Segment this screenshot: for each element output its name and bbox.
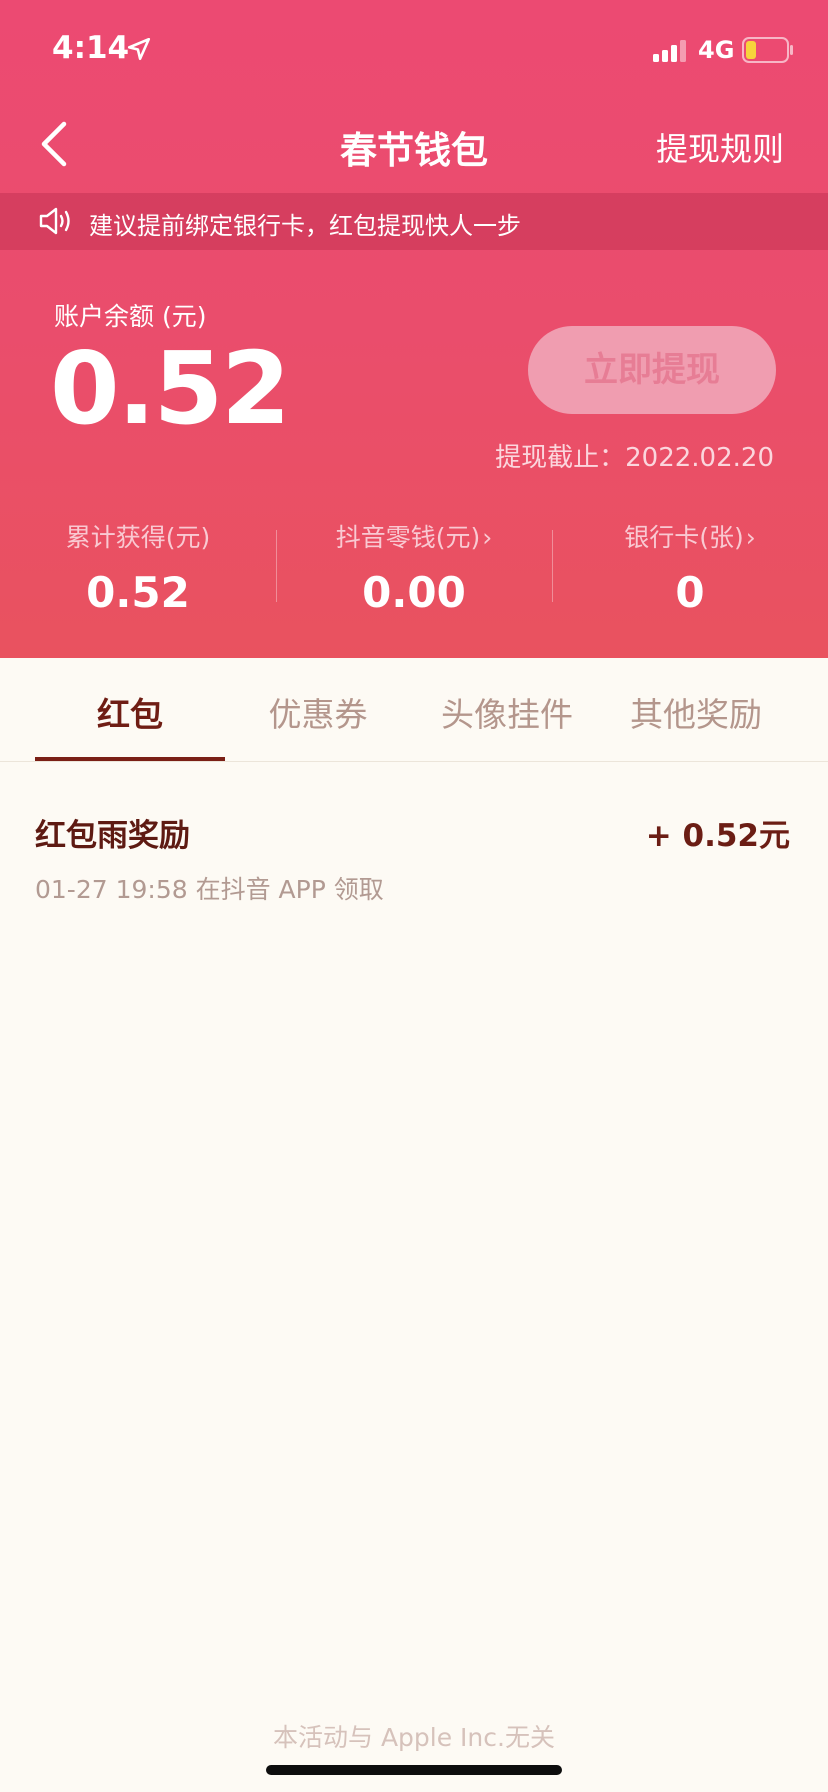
balance-label: 账户余额 (元) bbox=[54, 302, 207, 331]
stat-bank-cards[interactable]: 银行卡(张)› 0 bbox=[552, 518, 828, 617]
stat-value: 0.52 bbox=[86, 568, 190, 617]
notice-text: 建议提前绑定银行卡，红包提现快人一步 bbox=[89, 212, 521, 240]
speaker-icon bbox=[39, 207, 70, 235]
withdraw-button[interactable]: 立即提现 bbox=[528, 326, 776, 414]
stat-label: 银行卡(张) bbox=[624, 523, 744, 552]
signal-icon bbox=[653, 40, 686, 62]
tab-other-rewards[interactable]: 其他奖励 bbox=[601, 688, 791, 736]
record-title: 红包雨奖励 bbox=[35, 818, 190, 854]
record-amount: + 0.52元 bbox=[645, 818, 790, 854]
wallet-screen: 4:14 4G 春节钱包 提现规则 建议提前绑定银行卡，红包提现快人一步 账户余… bbox=[0, 0, 828, 1792]
stat-value: 0 bbox=[675, 568, 705, 617]
stat-label: 抖音零钱(元) bbox=[335, 523, 481, 552]
chevron-right-icon: › bbox=[745, 523, 756, 552]
stat-douyin-change[interactable]: 抖音零钱(元)› 0.00 bbox=[276, 518, 552, 617]
withdraw-rules-link[interactable]: 提现规则 bbox=[656, 124, 784, 170]
status-time: 4:14 bbox=[52, 30, 130, 66]
chevron-right-icon: › bbox=[482, 523, 493, 552]
footer-disclaimer: 本活动与 Apple Inc.无关 bbox=[273, 1723, 555, 1752]
notice-banner: 建议提前绑定银行卡，红包提现快人一步 bbox=[0, 193, 828, 250]
withdraw-deadline: 提现截止：2022.02.20 bbox=[495, 443, 774, 473]
stat-label: 累计获得(元) bbox=[65, 523, 211, 552]
location-arrow-icon bbox=[127, 37, 151, 61]
network-label: 4G bbox=[698, 36, 735, 64]
balance-value: 0.52 bbox=[50, 330, 291, 447]
stat-total-earned: 累计获得(元) 0.52 bbox=[0, 518, 276, 617]
active-tab-indicator bbox=[35, 757, 225, 761]
reward-tabs: 红包 优惠券 头像挂件 其他奖励 bbox=[0, 658, 828, 762]
home-indicator[interactable] bbox=[266, 1765, 562, 1775]
tab-avatar-pendants[interactable]: 头像挂件 bbox=[412, 688, 602, 736]
list-item[interactable]: 红包雨奖励 + 0.52元 01-27 19:58 在抖音 APP 领取 bbox=[0, 810, 828, 910]
status-bar: 4:14 4G bbox=[0, 0, 828, 100]
tab-red-packet[interactable]: 红包 bbox=[35, 688, 225, 736]
tab-coupons[interactable]: 优惠券 bbox=[223, 688, 413, 736]
wallet-header: 4:14 4G 春节钱包 提现规则 建议提前绑定银行卡，红包提现快人一步 账户余… bbox=[0, 0, 828, 658]
record-subtitle: 01-27 19:58 在抖音 APP 领取 bbox=[35, 875, 384, 904]
battery-icon bbox=[742, 37, 793, 63]
stat-value: 0.00 bbox=[362, 568, 466, 617]
